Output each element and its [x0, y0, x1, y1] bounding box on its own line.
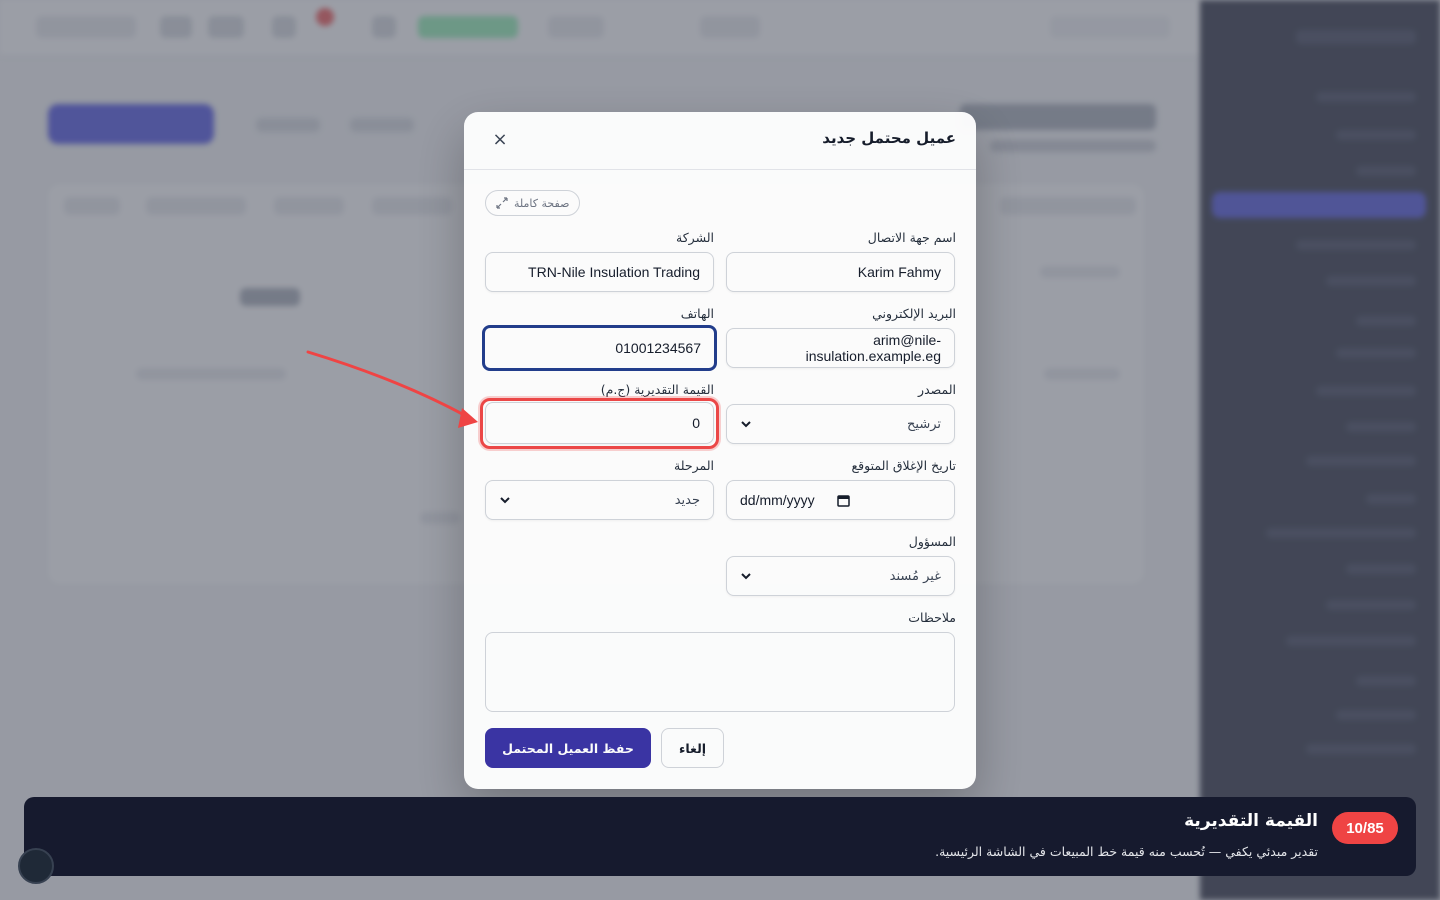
- close-icon[interactable]: ×: [490, 130, 510, 150]
- source-value: ترشيح: [907, 416, 941, 432]
- stage-label: المرحلة: [674, 458, 714, 473]
- stage-value: جديد: [674, 492, 700, 508]
- source-select[interactable]: ترشيح: [726, 404, 955, 444]
- chevron-down-icon: [741, 421, 751, 428]
- estimated-value-label: القيمة التقديرية (ج.م): [600, 382, 714, 397]
- tour-highlight-ring: [480, 398, 719, 449]
- email-input[interactable]: arim@nile-insulation.example.eg: [726, 328, 955, 368]
- save-lead-button[interactable]: حفظ العميل المحتمل: [485, 728, 651, 768]
- company-label: الشركة: [676, 230, 714, 245]
- calendar-icon[interactable]: [836, 494, 850, 507]
- owner-label: المسؤول: [908, 534, 956, 549]
- modal-header: عميل محتمل جديد ×: [464, 112, 976, 170]
- contact-name-input[interactable]: Karim Fahmy: [726, 252, 955, 292]
- company-input[interactable]: TRN-Nile Insulation Trading: [485, 252, 714, 292]
- tour-step-badge: 10/85: [1332, 812, 1398, 844]
- help-icon[interactable]: [18, 848, 54, 884]
- fullpage-button[interactable]: صفحة كاملة: [485, 190, 581, 216]
- fullpage-label: صفحة كاملة: [514, 196, 570, 210]
- expand-icon: [496, 197, 508, 209]
- phone-input[interactable]: 01001234567: [482, 325, 717, 371]
- chevron-down-icon: [500, 497, 510, 504]
- tour-bar: 10/85 القيمة التقديرية تقدير مبدئي يكفي …: [24, 797, 1416, 876]
- owner-value: غير مُسند: [889, 568, 941, 584]
- new-lead-modal: عميل محتمل جديد × صفحة كاملة اسم جهة الا…: [464, 112, 976, 789]
- cancel-button[interactable]: إلغاء: [661, 728, 724, 768]
- notes-textarea[interactable]: [485, 632, 955, 712]
- notes-label: ملاحظات: [908, 610, 956, 625]
- chevron-down-icon: [741, 573, 751, 580]
- modal-title: عميل محتمل جديد: [822, 129, 956, 147]
- tour-title: القيمة التقديرية: [1184, 811, 1318, 831]
- email-label: البريد الإلكتروني: [872, 306, 956, 321]
- tour-description: تقدير مبدئي يكفي — تُحسب منه قيمة خط الم…: [935, 844, 1318, 859]
- date-placeholder: dd/mm/yyyy: [740, 492, 815, 508]
- phone-label: الهاتف: [680, 306, 714, 321]
- contact-name-label: اسم جهة الاتصال: [867, 230, 956, 245]
- expected-close-input[interactable]: dd/mm/yyyy: [726, 480, 955, 520]
- owner-select[interactable]: غير مُسند: [726, 556, 955, 596]
- source-label: المصدر: [918, 382, 956, 397]
- stage-select[interactable]: جديد: [485, 480, 714, 520]
- expected-close-label: تاريخ الإغلاق المتوقع: [851, 458, 956, 473]
